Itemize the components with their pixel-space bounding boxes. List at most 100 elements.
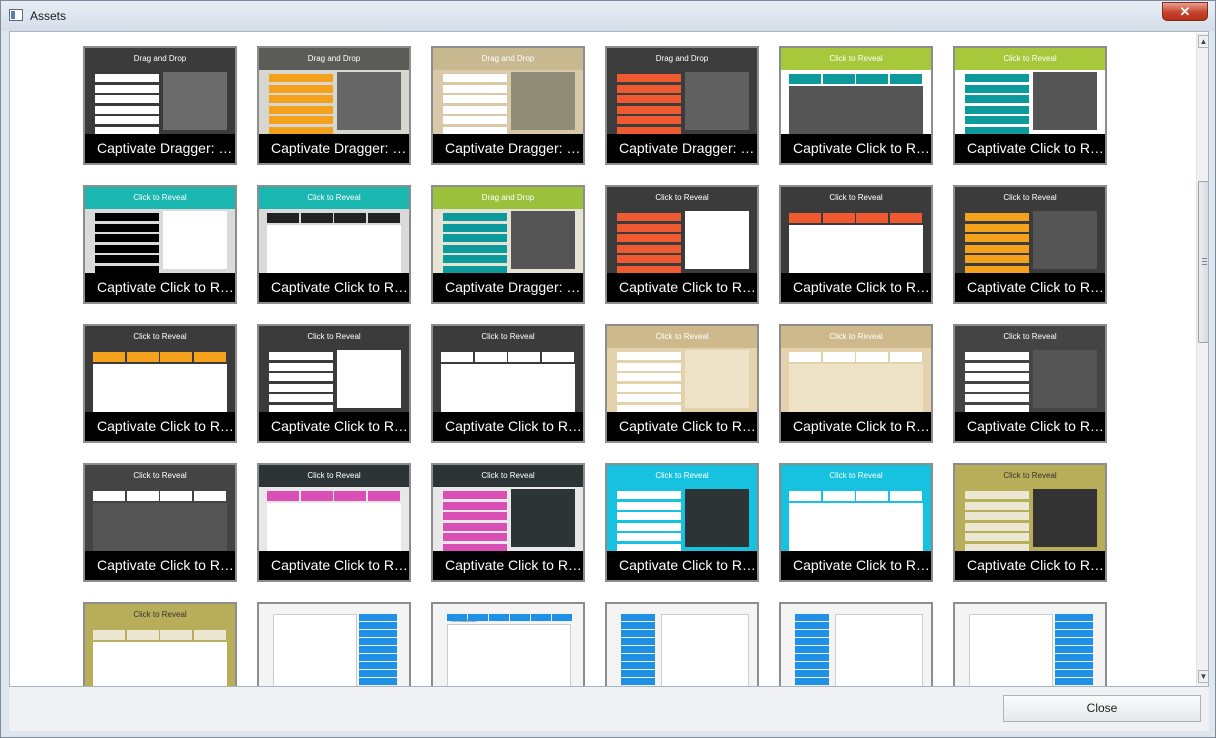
asset-label: Captivate Click to R… [781, 551, 931, 580]
preview-content-panel [661, 614, 749, 686]
preview-option [359, 654, 397, 661]
preview-option [443, 234, 507, 242]
thumbnail-preview: Introduction [259, 604, 409, 686]
preview-option [267, 491, 299, 501]
thumbnail-preview: Introduction [781, 604, 931, 686]
asset-thumbnail[interactable]: Introduction [605, 602, 759, 686]
preview-option [95, 213, 159, 221]
asset-thumbnail[interactable]: Click to Reveal Captivate Click to R… [83, 463, 237, 582]
asset-thumbnail[interactable]: Introduction [953, 602, 1107, 686]
asset-thumbnail[interactable]: Click to Reveal Captivate Click to R… [257, 324, 411, 443]
thumbnail-preview: Drag and Drop [259, 48, 409, 134]
preview-option [621, 646, 655, 653]
asset-thumbnail[interactable]: Introduction [257, 602, 411, 686]
asset-thumbnail[interactable]: Click to Reveal Captivate Click to R… [953, 185, 1107, 304]
preview-option [443, 95, 507, 103]
preview-option [269, 404, 333, 412]
preview-option [617, 213, 681, 221]
preview-option [95, 234, 159, 242]
asset-thumbnail[interactable]: Click to Reveal Captivate Click to R… [83, 185, 237, 304]
preview-option [965, 501, 1029, 510]
thumbnail-preview: Click to Reveal [85, 187, 235, 273]
preview-option [1055, 614, 1093, 621]
thumbnail-preview: Drag and Drop [85, 48, 235, 134]
preview-heading: Click to Reveal [655, 193, 709, 202]
preview-heading: Drag and Drop [133, 54, 187, 63]
preview-option [795, 654, 829, 661]
asset-thumbnail[interactable]: Click to Reveal Captivate Click to R… [779, 463, 933, 582]
asset-thumbnail[interactable]: Click to Reveal [83, 602, 237, 686]
preview-heading: Drag and Drop [307, 54, 361, 63]
preview-option [856, 213, 888, 223]
thumbnail-preview: Click to Reveal [85, 604, 235, 686]
asset-label: Captivate Click to R… [607, 551, 757, 580]
scroll-down-arrow-icon[interactable]: ▼ [1198, 670, 1208, 683]
asset-thumbnail[interactable]: Drag and Drop Captivate Dragger: … [605, 46, 759, 165]
preview-option [617, 373, 681, 381]
asset-thumbnail[interactable]: Click to Reveal Captivate Click to R… [779, 185, 933, 304]
preview-option [621, 630, 655, 637]
preview-option [160, 352, 192, 362]
asset-thumbnail[interactable]: Introduction [431, 602, 585, 686]
preview-option [856, 352, 888, 362]
scroll-up-arrow-icon[interactable]: ▲ [1198, 35, 1208, 48]
asset-thumbnail[interactable]: Click to Reveal Captivate Click to R… [257, 185, 411, 304]
asset-label: Captivate Dragger: … [259, 134, 409, 163]
preview-option [359, 630, 397, 637]
asset-thumbnail[interactable]: Click to Reveal Captivate Click to R… [779, 46, 933, 165]
asset-thumbnail[interactable]: Click to Reveal Captivate Click to R… [779, 324, 933, 443]
asset-thumbnail[interactable]: Click to Reveal Captivate Click to R… [431, 324, 585, 443]
preview-option [443, 126, 507, 134]
asset-thumbnail[interactable]: Click to Reveal Captivate Click to R… [83, 324, 237, 443]
preview-option [443, 491, 507, 499]
preview-heading: Click to Reveal [829, 193, 883, 202]
preview-content-panel [789, 86, 923, 134]
preview-option [889, 491, 922, 501]
scrollbar-thumb[interactable] [1198, 181, 1208, 343]
asset-thumbnail[interactable]: Click to Reveal Captivate Click to R… [953, 324, 1107, 443]
asset-thumbnail[interactable]: Drag and Drop Captivate Dragger: … [431, 185, 585, 304]
asset-thumbnail[interactable]: Click to Reveal Captivate Click to R… [605, 324, 759, 443]
close-button[interactable]: Close [1003, 695, 1201, 722]
preview-option [795, 678, 829, 685]
preview-option [126, 352, 159, 362]
thumbnail-preview: Click to Reveal [955, 465, 1105, 551]
asset-thumbnail[interactable]: Click to Reveal Captivate Click to R… [431, 463, 585, 582]
asset-thumbnail[interactable]: Click to Reveal Captivate Click to R… [953, 463, 1107, 582]
preview-option [617, 265, 681, 273]
asset-thumbnail[interactable]: Drag and Drop Captivate Dragger: … [83, 46, 237, 165]
preview-heading: Drag and Drop [655, 54, 709, 63]
preview-option [95, 105, 159, 114]
preview-option [795, 638, 829, 645]
preview-heading: Click to Reveal [655, 332, 709, 341]
asset-thumbnail[interactable]: Click to Reveal Captivate Click to R… [605, 185, 759, 304]
asset-thumbnail[interactable]: Click to Reveal Captivate Click to R… [257, 463, 411, 582]
preview-option [621, 678, 655, 685]
preview-option [795, 622, 829, 629]
preview-option [541, 352, 574, 362]
preview-option [95, 74, 159, 82]
preview-content-panel [1033, 489, 1097, 547]
preview-option [269, 84, 333, 93]
preview-option [621, 638, 655, 645]
preview-option [795, 662, 829, 669]
thumbnail-preview: Click to Reveal [85, 326, 235, 412]
asset-thumbnail[interactable]: Click to Reveal Captivate Click to R… [605, 463, 759, 582]
preview-option [126, 491, 159, 501]
vertical-scrollbar[interactable]: ▲ ▼ [1196, 33, 1208, 686]
asset-thumbnail[interactable]: Drag and Drop Captivate Dragger: … [431, 46, 585, 165]
preview-option [443, 223, 507, 232]
preview-content-panel [337, 350, 401, 408]
window-icon [9, 9, 23, 21]
preview-option [443, 512, 507, 520]
window-close-button[interactable]: ✕ [1162, 2, 1208, 21]
asset-thumbnail[interactable]: Click to Reveal Captivate Click to R… [953, 46, 1107, 165]
asset-thumbnail[interactable]: Drag and Drop Captivate Dragger: … [257, 46, 411, 165]
preview-option [965, 352, 1029, 360]
asset-thumbnail[interactable]: Introduction [779, 602, 933, 686]
preview-option [617, 126, 681, 134]
thumbnail-preview: Click to Reveal [607, 465, 757, 551]
assets-dialog: Assets ✕ Drag and Drop Captivate Dragger:… [0, 0, 1216, 738]
preview-option [617, 404, 681, 412]
preview-option [1055, 654, 1093, 661]
